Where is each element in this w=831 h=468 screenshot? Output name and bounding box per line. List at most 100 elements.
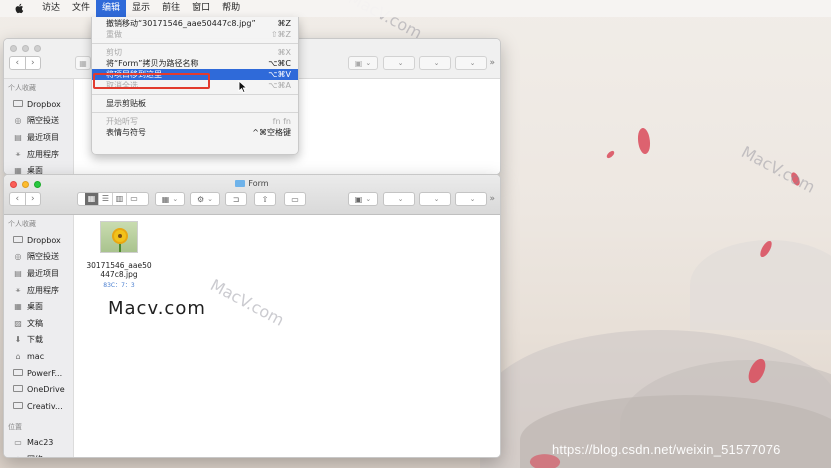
- menu-shortcut: ⌥⌘V: [268, 70, 291, 79]
- file-area[interactable]: 30171546_aae50 447c8.jpg 83C：7：3 Macv.co…: [75, 215, 500, 457]
- toolbar-dropdown[interactable]: ⌄: [383, 56, 415, 70]
- menu-item-cut[interactable]: 剪切 ⌘X: [92, 47, 298, 58]
- sidebar-item-onedrive[interactable]: OneDrive: [4, 381, 73, 398]
- menu-file[interactable]: 文件: [66, 0, 96, 17]
- action-gear-button[interactable]: ⚙ ⌄: [190, 192, 220, 206]
- menu-finder[interactable]: 访达: [36, 0, 66, 17]
- back-arrow-icon[interactable]: ‹: [10, 57, 26, 69]
- sidebar-item-label: 下载: [27, 335, 43, 345]
- view-mode-segment[interactable]: ▦ ☰ ▥ ▭: [77, 192, 149, 206]
- file-name-line: 30171546_aae50: [86, 261, 152, 270]
- search-dropdown[interactable]: ⌄: [455, 56, 487, 70]
- sidebar-item-mac23[interactable]: ▭ Mac23: [4, 435, 73, 452]
- sidebar-item-label: 最近项目: [27, 268, 59, 278]
- toolbar-dropdown[interactable]: ⌄: [419, 56, 451, 70]
- menu-go[interactable]: 前往: [156, 0, 186, 17]
- menu-item-label: 撤销移动“30171546_aae50447c8.jpg”: [106, 19, 256, 28]
- edit-tags-button[interactable]: ▭: [284, 192, 306, 206]
- gallery-view-icon[interactable]: ▭: [127, 193, 141, 205]
- window-title: Form: [4, 179, 500, 188]
- menu-help[interactable]: 帮助: [216, 0, 246, 17]
- sidebar-item-home[interactable]: ⌂ mac: [4, 348, 73, 365]
- airdrop-icon: ◎: [14, 252, 22, 262]
- sidebar-item-documents[interactable]: ▨ 文稿: [4, 315, 73, 332]
- file-name[interactable]: 30171546_aae50 447c8.jpg: [81, 261, 157, 279]
- menu-item-label: 表情与符号: [106, 128, 146, 137]
- recents-icon: ▤: [14, 268, 22, 278]
- sidebar-item-dropbox[interactable]: Dropbox: [4, 96, 73, 113]
- menu-window[interactable]: 窗口: [186, 0, 216, 17]
- sidebar-item-recents[interactable]: ▤ 最近项目: [4, 265, 73, 282]
- menu-shortcut: ⌥⌘A: [268, 81, 291, 90]
- sidebar-item-dropbox[interactable]: Dropbox: [4, 232, 73, 249]
- petal-decoration: [605, 149, 616, 160]
- group-by-button[interactable]: ▦ ⌄: [155, 192, 185, 206]
- back-arrow-icon[interactable]: ‹: [10, 193, 26, 205]
- menu-item-copy-path[interactable]: 将“Form”拷贝为路径名称 ⌥⌘C: [92, 58, 298, 69]
- folder-icon: [12, 385, 24, 394]
- forward-arrow-icon[interactable]: ›: [26, 193, 41, 205]
- watermark-url: https://blog.csdn.net/weixin_51577076: [552, 442, 781, 457]
- sidebar-item-label: 应用程序: [27, 285, 59, 295]
- file-item[interactable]: 30171546_aae50 447c8.jpg 83C：7：3: [81, 221, 157, 289]
- sidebar-item-label: mac: [27, 351, 45, 361]
- apple-logo-icon[interactable]: [14, 3, 24, 14]
- close-button[interactable]: [10, 45, 17, 52]
- toolbar-dropdown[interactable]: ⌄: [419, 192, 451, 206]
- menu-shortcut: ^⌘空格键: [252, 128, 291, 137]
- finder-window-form[interactable]: Form ‹ › ▦ ☰ ▥ ▭ ▦ ⌄ ⚙ ⌄ ⊐ ⇧ ▭ ▣ ⌄ ⌄ ⌄ ⌄ » …: [3, 174, 501, 458]
- image-thumbnail[interactable]: [100, 221, 138, 253]
- sidebar-item-label: Dropbox: [27, 235, 61, 245]
- menu-item-start-dictation[interactable]: 开始听写 fn fn: [92, 116, 298, 127]
- menu-item-label: 将“Form”拷贝为路径名称: [106, 59, 199, 68]
- share-action-button[interactable]: ▣ ⌄: [348, 192, 378, 206]
- menu-edit[interactable]: 编辑: [96, 0, 127, 17]
- minimize-button[interactable]: [22, 45, 29, 52]
- toolbar-dropdown[interactable]: ⌄: [383, 192, 415, 206]
- sidebar-item-recents[interactable]: ▤ 最近项目: [4, 129, 73, 146]
- mouse-pointer-icon: [238, 80, 248, 94]
- sidebar-item-applications[interactable]: ⚹ 应用程序: [4, 282, 73, 299]
- overflow-chevron-icon[interactable]: »: [489, 194, 495, 204]
- icon-view-icon[interactable]: ▦: [85, 193, 99, 205]
- menu-item-label: 重做: [106, 30, 122, 39]
- zoom-button[interactable]: [34, 45, 41, 52]
- menu-item-label: 剪切: [106, 48, 122, 57]
- window-watermark: MacV.com: [207, 275, 288, 330]
- menu-view[interactable]: 显示: [126, 0, 156, 17]
- list-view-icon[interactable]: ☰: [99, 193, 113, 205]
- window-title-text: Form: [248, 179, 269, 188]
- sidebar-item-network[interactable]: ◍网络: [4, 451, 73, 457]
- menu-item-label: 开始听写: [106, 117, 138, 126]
- file-name-line: 447c8.jpg: [100, 270, 138, 279]
- menu-separator: [92, 43, 298, 44]
- sidebar: 个人收藏 Dropbox ◎ 隔空投送 ▤ 最近项目 ⚹ 应用程序 ▦ 桌面: [4, 79, 74, 174]
- search-dropdown[interactable]: ⌄: [455, 192, 487, 206]
- menu-item-redo[interactable]: 重做 ⇧⌘Z: [92, 29, 298, 40]
- sidebar-item-downloads[interactable]: ⬇ 下载: [4, 332, 73, 349]
- menu-item-show-clipboard[interactable]: 显示剪贴板: [92, 98, 298, 109]
- sidebar-item-label: Dropbox: [27, 99, 61, 109]
- sidebar-item-label: 文稿: [27, 318, 43, 328]
- overflow-chevron-icon[interactable]: »: [489, 58, 495, 68]
- tag-button[interactable]: ⊐: [225, 192, 247, 206]
- menu-bar: 访达 文件 编辑 显示 前往 窗口 帮助: [0, 0, 831, 17]
- menu-item-emoji-symbols[interactable]: 表情与符号 ^⌘空格键: [92, 127, 298, 138]
- share-action-button[interactable]: ▣ ⌄: [348, 56, 378, 70]
- sidebar-item-airdrop[interactable]: ◎ 隔空投送: [4, 249, 73, 266]
- sidebar: 个人收藏 Dropbox ◎ 隔空投送 ▤ 最近项目 ⚹ 应用程序 ▦ 桌面 ▨ 文稿 ⬇…: [4, 215, 74, 457]
- share-button[interactable]: ⇧: [254, 192, 276, 206]
- folder-icon: [12, 401, 24, 411]
- sidebar-item-label: PowerF...: [27, 368, 63, 378]
- sidebar-item-applications[interactable]: ⚹ 应用程序: [4, 146, 73, 163]
- sidebar-item-airdrop[interactable]: ◎ 隔空投送: [4, 113, 73, 130]
- view-mode-button[interactable]: ▦: [75, 56, 91, 70]
- menu-shortcut: fn fn: [272, 117, 291, 126]
- forward-arrow-icon[interactable]: ›: [26, 57, 41, 69]
- column-view-icon[interactable]: ▥: [113, 193, 127, 205]
- sidebar-item-creative[interactable]: Creativ...: [4, 398, 73, 415]
- sidebar-item-desktop[interactable]: ▦ 桌面: [4, 298, 73, 315]
- sidebar-item-powerf[interactable]: PowerF...: [4, 365, 73, 382]
- menu-item-undo-move[interactable]: 撤销移动“30171546_aae50447c8.jpg” ⌘Z: [92, 18, 298, 29]
- sidebar-item-label: OneDrive: [27, 385, 65, 395]
